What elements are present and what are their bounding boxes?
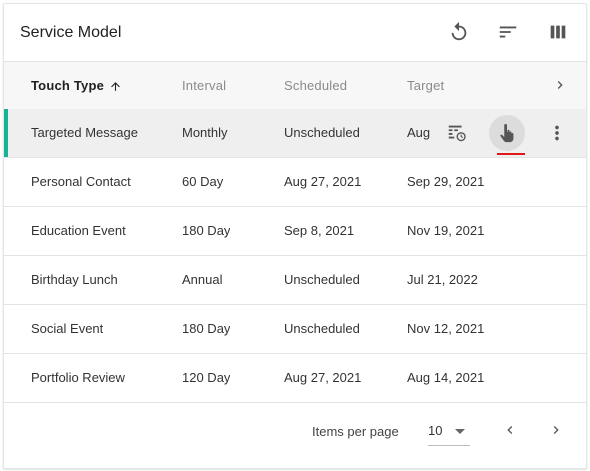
next-columns-button[interactable] — [544, 69, 576, 101]
cell-touch-type: Targeted Message — [31, 125, 138, 140]
cell-touch-type: Education Event — [31, 223, 126, 238]
chevron-right-icon — [553, 426, 559, 434]
items-per-page-label: Items per page — [312, 424, 399, 439]
table-row[interactable]: Personal Contact 60 Day Aug 27, 2021 Sep… — [4, 158, 586, 207]
sort-ascending-arrow-icon — [109, 80, 122, 93]
next-page-button[interactable] — [540, 414, 572, 446]
paginator: Items per page 10 — [4, 404, 586, 460]
cell-interval: 60 Day — [182, 174, 224, 189]
calendar-schedule-icon — [448, 125, 466, 142]
chevron-left-icon — [507, 426, 513, 434]
sort-icon — [499, 26, 517, 38]
table-row[interactable]: Education Event 180 Day Sep 8, 2021 Nov … — [4, 207, 586, 256]
cell-interval: Monthly — [182, 125, 228, 140]
cell-scheduled: Aug 27, 2021 — [284, 370, 362, 385]
cell-target: Aug 14, 2021 — [407, 370, 485, 385]
items-per-page-select[interactable]: 10 — [428, 417, 470, 446]
cell-touch-type: Personal Contact — [31, 174, 131, 189]
sort-button[interactable] — [492, 16, 524, 48]
refresh-button[interactable] — [443, 16, 475, 48]
touch-button[interactable] — [489, 115, 525, 151]
cell-scheduled: Unscheduled — [284, 272, 360, 287]
cell-interval: 180 Day — [182, 223, 231, 238]
column-header-target[interactable]: Target — [407, 62, 444, 109]
card-title: Service Model — [20, 24, 122, 41]
cell-touch-type: Birthday Lunch — [31, 272, 118, 287]
cell-touch-type: Social Event — [31, 321, 104, 336]
table-row[interactable]: Portfolio Review 120 Day Aug 27, 2021 Au… — [4, 354, 586, 403]
cell-target: Nov 12, 2021 — [407, 321, 485, 336]
table-row[interactable]: Birthday Lunch Annual Unscheduled Jul 21… — [4, 256, 586, 305]
column-header-interval[interactable]: Interval — [182, 62, 226, 109]
cell-target: Aug — [407, 125, 431, 140]
schedule-button[interactable] — [441, 117, 473, 149]
column-header-touch-type[interactable]: Touch Type — [31, 62, 122, 109]
cell-touch-type: Portfolio Review — [31, 370, 125, 385]
cell-interval: 180 Day — [182, 321, 231, 336]
cell-scheduled: Unscheduled — [284, 125, 360, 140]
columns-button[interactable] — [542, 16, 574, 48]
cell-target: Sep 29, 2021 — [407, 174, 485, 189]
items-per-page-value: 10 — [428, 423, 443, 438]
cell-target: Nov 19, 2021 — [407, 223, 485, 238]
more-vert-icon — [555, 125, 559, 141]
cell-interval: Annual — [182, 272, 223, 287]
row-menu-button[interactable] — [541, 117, 573, 149]
table-row[interactable]: Targeted Message Monthly Unscheduled Aug — [4, 109, 586, 158]
column-header-label: Touch Type — [31, 78, 105, 93]
cell-scheduled: Sep 8, 2021 — [284, 223, 355, 238]
columns-icon — [550, 25, 566, 39]
column-header-scheduled[interactable]: Scheduled — [284, 62, 347, 109]
cell-interval: 120 Day — [182, 370, 231, 385]
active-action-underline — [497, 153, 525, 155]
cell-scheduled: Aug 27, 2021 — [284, 174, 362, 189]
cell-scheduled: Unscheduled — [284, 321, 360, 336]
service-model-card: Service Model Touch Type Interval Schedu… — [3, 3, 587, 469]
selected-row-indicator — [4, 109, 8, 157]
chevron-right-icon — [557, 81, 563, 89]
cell-target: Jul 21, 2022 — [407, 272, 478, 287]
previous-page-button[interactable] — [494, 414, 526, 446]
table-header: Touch Type Interval Scheduled Target — [4, 61, 586, 110]
card-header: Service Model — [4, 4, 586, 61]
touch-hand-icon — [500, 123, 514, 143]
dropdown-caret-icon — [455, 429, 465, 434]
refresh-icon — [451, 21, 467, 41]
table-row[interactable]: Social Event 180 Day Unscheduled Nov 12,… — [4, 305, 586, 354]
